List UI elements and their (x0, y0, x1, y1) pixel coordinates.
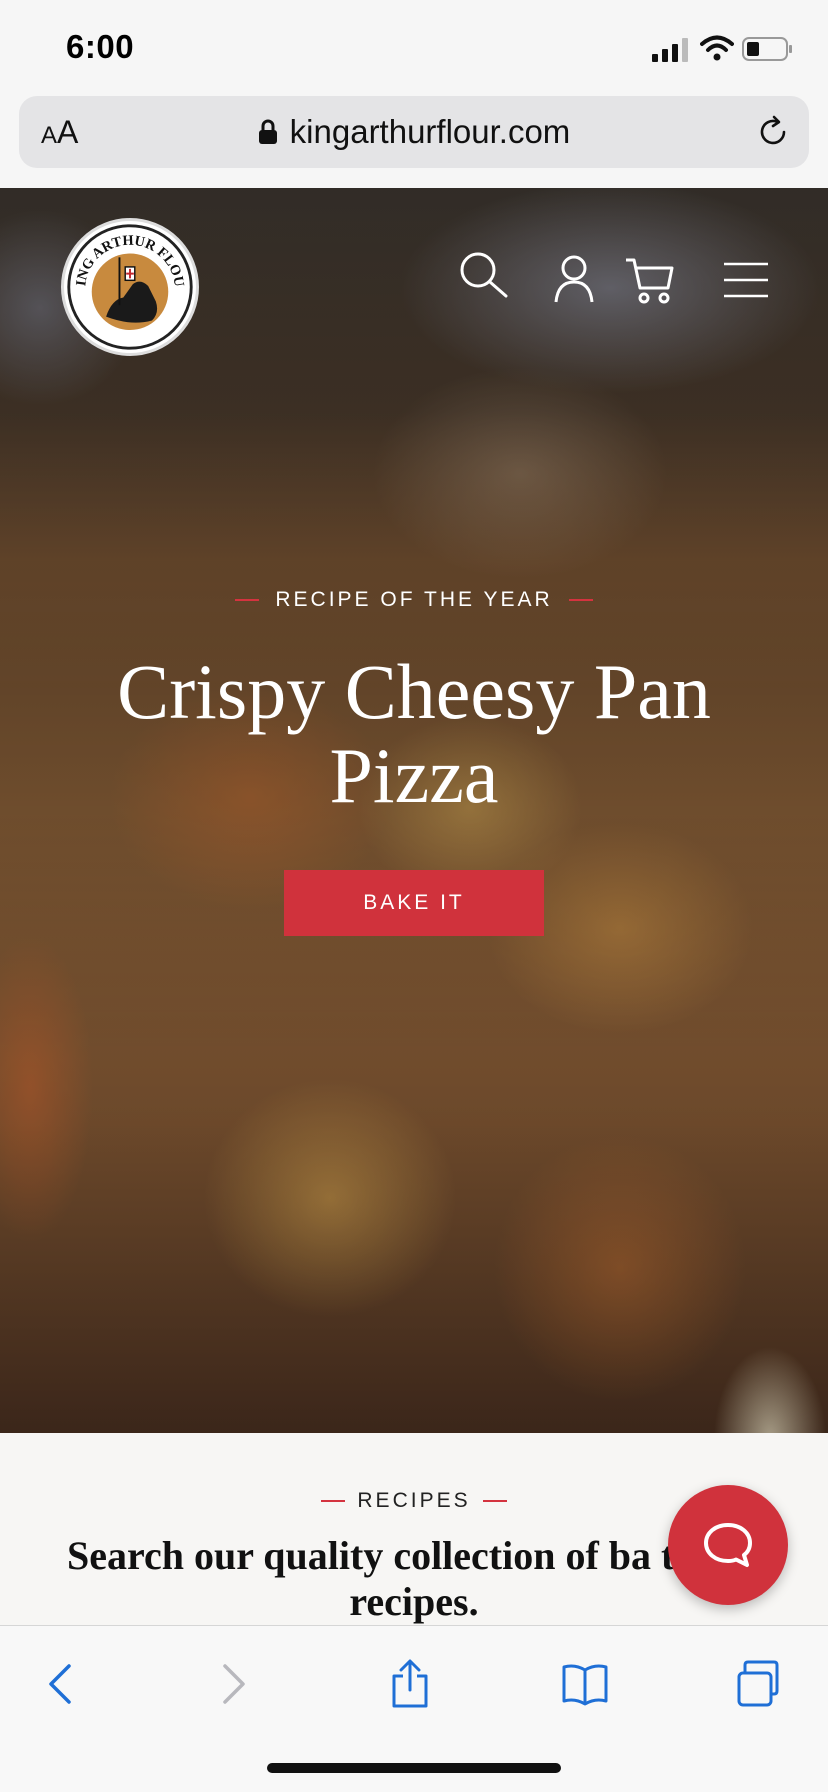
search-icon[interactable] (458, 250, 510, 302)
hero-title: Crispy Cheesy Pan Pizza (117, 648, 711, 819)
cellular-signal-icon (652, 38, 688, 62)
hero-banner: KING ARTHUR FLOUR RECIPE OF THE (0, 188, 828, 1433)
forward-button[interactable] (206, 1656, 262, 1712)
menu-icon[interactable] (722, 256, 770, 308)
site-header-icons (0, 250, 828, 310)
address-bar[interactable]: A A kingarthurflour.com (19, 96, 809, 168)
eyebrow-dash-right (568, 599, 593, 602)
account-icon[interactable] (548, 252, 600, 304)
back-icon (49, 1664, 71, 1704)
forward-icon (223, 1664, 245, 1704)
url-display[interactable]: kingarthurflour.com (19, 110, 809, 154)
battery-icon (742, 37, 792, 61)
recipes-eyebrow-text: RECIPES (357, 1489, 471, 1512)
recipes-heading: Search our quality collection of ba test… (66, 1533, 762, 1624)
recipes-dash-right (482, 1500, 507, 1503)
reload-icon[interactable] (755, 114, 791, 150)
url-text: kingarthurflour.com (289, 113, 571, 150)
bookmarks-button[interactable] (557, 1656, 613, 1712)
hero-eyebrow: RECIPE OF THE YEAR (0, 588, 828, 612)
cart-icon[interactable] (624, 254, 676, 306)
status-bar: 6:00 (0, 0, 828, 96)
wifi-icon (700, 35, 734, 61)
eyebrow-dash-left (235, 599, 260, 602)
recipes-dash-left (321, 1500, 346, 1503)
chat-button[interactable] (668, 1485, 788, 1605)
tabs-icon (737, 1660, 779, 1707)
home-indicator (267, 1763, 561, 1773)
bake-it-button[interactable]: BAKE IT (284, 870, 544, 936)
share-icon (392, 1659, 428, 1708)
hero-eyebrow-text: RECIPE OF THE YEAR (275, 588, 553, 611)
chat-icon (704, 1523, 752, 1567)
status-time: 6:00 (66, 28, 135, 65)
share-button[interactable] (382, 1656, 438, 1712)
tabs-button[interactable] (732, 1656, 788, 1712)
bookmarks-icon (562, 1664, 608, 1706)
back-button[interactable] (32, 1656, 88, 1712)
lock-icon (258, 119, 277, 144)
